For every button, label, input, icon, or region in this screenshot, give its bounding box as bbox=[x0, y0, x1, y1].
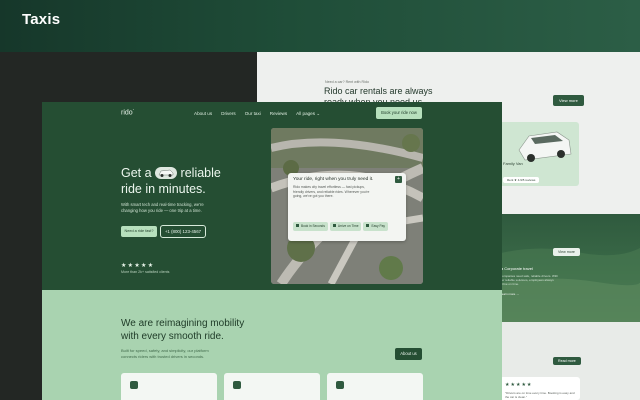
back-view-more-button-2[interactable]: View more bbox=[553, 248, 580, 256]
clock-icon bbox=[296, 224, 299, 227]
corporate-text: Companies need safe, reliable drivers. W… bbox=[500, 274, 559, 286]
chip-arrive-label: Arrive on Time bbox=[337, 224, 359, 228]
hero-heading-mid: reliable bbox=[180, 166, 221, 180]
read-more-button[interactable]: Read more bbox=[553, 357, 581, 365]
hero-heading-pre: Get a bbox=[121, 166, 152, 180]
calendar-icon bbox=[336, 381, 344, 389]
learn-more-link[interactable]: Learn more → bbox=[500, 292, 519, 296]
chip-pay-label: Easy Pay bbox=[371, 224, 385, 228]
feature-card-1 bbox=[121, 373, 217, 400]
hero-subtext: With smart tech and real-time tracking, … bbox=[121, 202, 204, 213]
mission-heading: We are reimagining mobility with every s… bbox=[121, 318, 245, 342]
plus-icon[interactable]: + bbox=[395, 176, 402, 183]
nav-item-drivers[interactable]: Drivers bbox=[221, 111, 236, 117]
product-cta[interactable]: Rent ★ 4.9/5 reviews bbox=[503, 177, 540, 183]
chip-book-label: Book in Seconds bbox=[301, 224, 325, 228]
banner-title: Taxis bbox=[22, 11, 61, 28]
main-page-preview: rido° About us Drivers Our taxi Reviews … bbox=[42, 102, 502, 400]
car-icon bbox=[130, 381, 138, 389]
feature-card-2 bbox=[224, 373, 320, 400]
booking-card: Your ride, right when you truly need it.… bbox=[288, 173, 406, 241]
rating-stars: ★★★★★ bbox=[121, 263, 155, 269]
phone-button[interactable]: +1 (800) 123-4567 bbox=[160, 225, 206, 238]
feature-card-3 bbox=[327, 373, 423, 400]
nav-item-reviews[interactable]: Reviews bbox=[270, 111, 287, 117]
trust-text: More than 2k+ satisfied clients bbox=[121, 270, 170, 274]
review-stars: ★★★★★ bbox=[505, 382, 533, 388]
back-view-more-button[interactable]: View more bbox=[553, 95, 584, 106]
nav-item-about[interactable]: About us bbox=[194, 111, 212, 117]
booking-card-text: Rido makes city travel effortless — fast… bbox=[293, 185, 370, 199]
car-icon bbox=[155, 167, 178, 179]
book-ride-button[interactable]: Book your ride now bbox=[376, 107, 422, 119]
about-us-button[interactable]: About us bbox=[395, 348, 422, 360]
hero-heading: Get a reliable ride in minutes. bbox=[121, 165, 231, 197]
need-ride-button[interactable]: Need a ride fast? bbox=[121, 226, 157, 237]
chip-arrive[interactable]: Arrive on Time bbox=[329, 222, 362, 231]
logo-text: rido bbox=[121, 109, 133, 117]
chip-pay[interactable]: Easy Pay bbox=[363, 222, 388, 231]
user-icon bbox=[233, 381, 241, 389]
mission-subtext: Built for speed, safety, and simplicity,… bbox=[121, 348, 209, 359]
nav-item-our-taxi[interactable]: Our taxi bbox=[245, 111, 261, 117]
top-banner: Taxis bbox=[0, 0, 640, 52]
logo[interactable]: rido° bbox=[121, 108, 134, 116]
pin-icon bbox=[332, 224, 336, 227]
chip-book[interactable]: Book in Seconds bbox=[293, 222, 328, 231]
product-label: Family Van bbox=[503, 161, 523, 166]
hero-heading-post: ride in minutes. bbox=[121, 182, 206, 196]
card-icon bbox=[366, 224, 370, 227]
booking-chips: Book in Seconds Arrive on Time Easy Pay bbox=[293, 222, 388, 231]
booking-card-title: Your ride, right when you truly need it. bbox=[293, 177, 374, 182]
back-kicker: Need a car? Rent with Rido bbox=[325, 80, 369, 84]
review-text: "Drivers are on time every time. Booking… bbox=[505, 391, 575, 399]
nav-menu: About us Drivers Our taxi Reviews All pa… bbox=[194, 111, 320, 117]
corporate-title: ◆ Corporate travel bbox=[500, 266, 533, 271]
nav-item-all-pages[interactable]: All pages ⌄ bbox=[296, 111, 320, 117]
